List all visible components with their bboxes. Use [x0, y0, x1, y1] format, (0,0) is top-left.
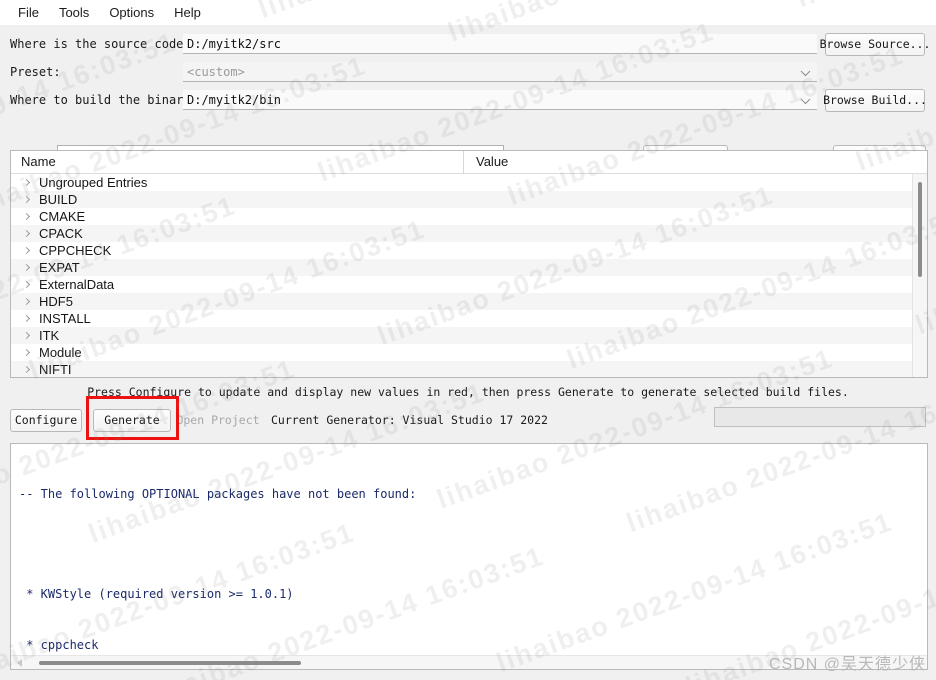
tree-item-label: BUILD	[39, 192, 78, 207]
chevron-down-icon	[800, 93, 811, 104]
paths-form: Where is the source code: D:/myitk2/src …	[0, 25, 936, 168]
configure-button[interactable]: Configure	[10, 408, 82, 432]
chevron-right-icon[interactable]	[19, 297, 35, 306]
chevron-right-icon[interactable]	[19, 212, 35, 221]
table-row[interactable]: Ungrouped Entries	[11, 174, 927, 191]
tree-item-label: ITK	[39, 328, 60, 343]
tree-item-label: EXPAT	[39, 260, 80, 275]
build-dir-row: Where to build the binaries: D:/myitk2/b…	[0, 88, 936, 112]
console-line: -- The following OPTIONAL packages have …	[19, 486, 417, 501]
chevron-right-icon[interactable]	[19, 229, 35, 238]
console-output-panel[interactable]: -- The following OPTIONAL packages have …	[10, 443, 928, 670]
current-generator-label: Current Generator: Visual Studio 17 2022	[271, 413, 548, 427]
chevron-right-icon[interactable]	[19, 365, 35, 374]
scrollbar-thumb[interactable]	[918, 182, 922, 277]
table-row[interactable]: ITK	[11, 327, 927, 344]
tree-item-label: ExternalData	[39, 277, 115, 292]
chevron-right-icon[interactable]	[19, 246, 35, 255]
tree-item-label: CPPCHECK	[39, 243, 112, 258]
tree-item-label: Ungrouped Entries	[39, 175, 148, 190]
chevron-right-icon[interactable]	[19, 195, 35, 204]
source-code-row: Where is the source code: D:/myitk2/src …	[0, 32, 936, 56]
source-code-input[interactable]: D:/myitk2/src	[183, 34, 817, 54]
table-row[interactable]: NIFTI	[11, 361, 927, 377]
preset-label: Preset:	[10, 65, 61, 79]
menu-item-help[interactable]: Help	[164, 3, 211, 22]
preset-combobox[interactable]: <custom>	[183, 62, 817, 82]
menu-item-file[interactable]: File	[8, 3, 49, 22]
preset-value: <custom>	[187, 65, 245, 79]
chevron-right-icon[interactable]	[19, 280, 35, 289]
table-row[interactable]: Module	[11, 344, 927, 361]
csdn-credit: CSDN @吴天德少侠	[768, 656, 926, 673]
chevron-right-icon[interactable]	[19, 348, 35, 357]
table-row[interactable]: CMAKE	[11, 208, 927, 225]
table-row[interactable]: EXPAT	[11, 259, 927, 276]
tree-item-label: HDF5	[39, 294, 73, 309]
open-project-button[interactable]: Open Project	[176, 408, 260, 432]
build-dir-value: D:/myitk2/bin	[187, 93, 281, 107]
browse-source-button[interactable]: Browse Source...	[820, 32, 930, 56]
menu-bar: File Tools Options Help	[0, 0, 936, 25]
column-header-value[interactable]: Value	[463, 151, 927, 173]
build-dir-combobox[interactable]: D:/myitk2/bin	[183, 90, 817, 110]
scrollbar-thumb[interactable]	[39, 661, 301, 665]
table-row[interactable]: HDF5	[11, 293, 927, 310]
progress-bar	[714, 407, 926, 427]
cmake-gui-window: File Tools Options Help Where is the sou…	[0, 0, 936, 680]
tree-item-label: Module	[39, 345, 82, 360]
column-header-name[interactable]: Name	[11, 151, 463, 173]
menu-item-options[interactable]: Options	[99, 3, 164, 22]
menu-item-tools[interactable]: Tools	[49, 3, 99, 22]
console-output-text: -- The following OPTIONAL packages have …	[11, 444, 927, 669]
table-row[interactable]: ExternalData	[11, 276, 927, 293]
tree-item-label: CMAKE	[39, 209, 86, 224]
source-code-label: Where is the source code:	[10, 37, 191, 51]
browse-build-button[interactable]: Browse Build...	[823, 88, 927, 112]
chevron-right-icon[interactable]	[19, 178, 35, 187]
table-row[interactable]: CPPCHECK	[11, 242, 927, 259]
configure-hint-text: Press Configure to update and display ne…	[87, 385, 849, 399]
tree-header: Name Value	[11, 151, 927, 174]
tree-body: Ungrouped Entries BUILD CMAKE CPACK CPPC…	[11, 174, 927, 377]
generate-button[interactable]: Generate	[93, 408, 171, 432]
tree-item-label: CPACK	[39, 226, 83, 241]
scroll-left-arrow-icon[interactable]	[17, 659, 22, 667]
chevron-right-icon[interactable]	[19, 331, 35, 340]
preset-row: Preset: <custom>	[0, 61, 936, 83]
build-dir-label: Where to build the binaries:	[10, 93, 213, 107]
console-line: * KWStyle (required version >= 1.0.1)	[19, 587, 294, 602]
chevron-right-icon[interactable]	[19, 263, 35, 272]
tree-item-label: NIFTI	[39, 362, 72, 377]
chevron-right-icon[interactable]	[19, 314, 35, 323]
tree-item-label: INSTALL	[39, 311, 91, 326]
cache-entries-tree: Name Value Ungrouped Entries BUILD CMAKE…	[10, 150, 928, 378]
tree-vertical-scrollbar[interactable]	[912, 174, 927, 377]
chevron-down-icon	[800, 65, 811, 76]
table-row[interactable]: INSTALL	[11, 310, 927, 327]
table-row[interactable]: CPACK	[11, 225, 927, 242]
table-row[interactable]: BUILD	[11, 191, 927, 208]
